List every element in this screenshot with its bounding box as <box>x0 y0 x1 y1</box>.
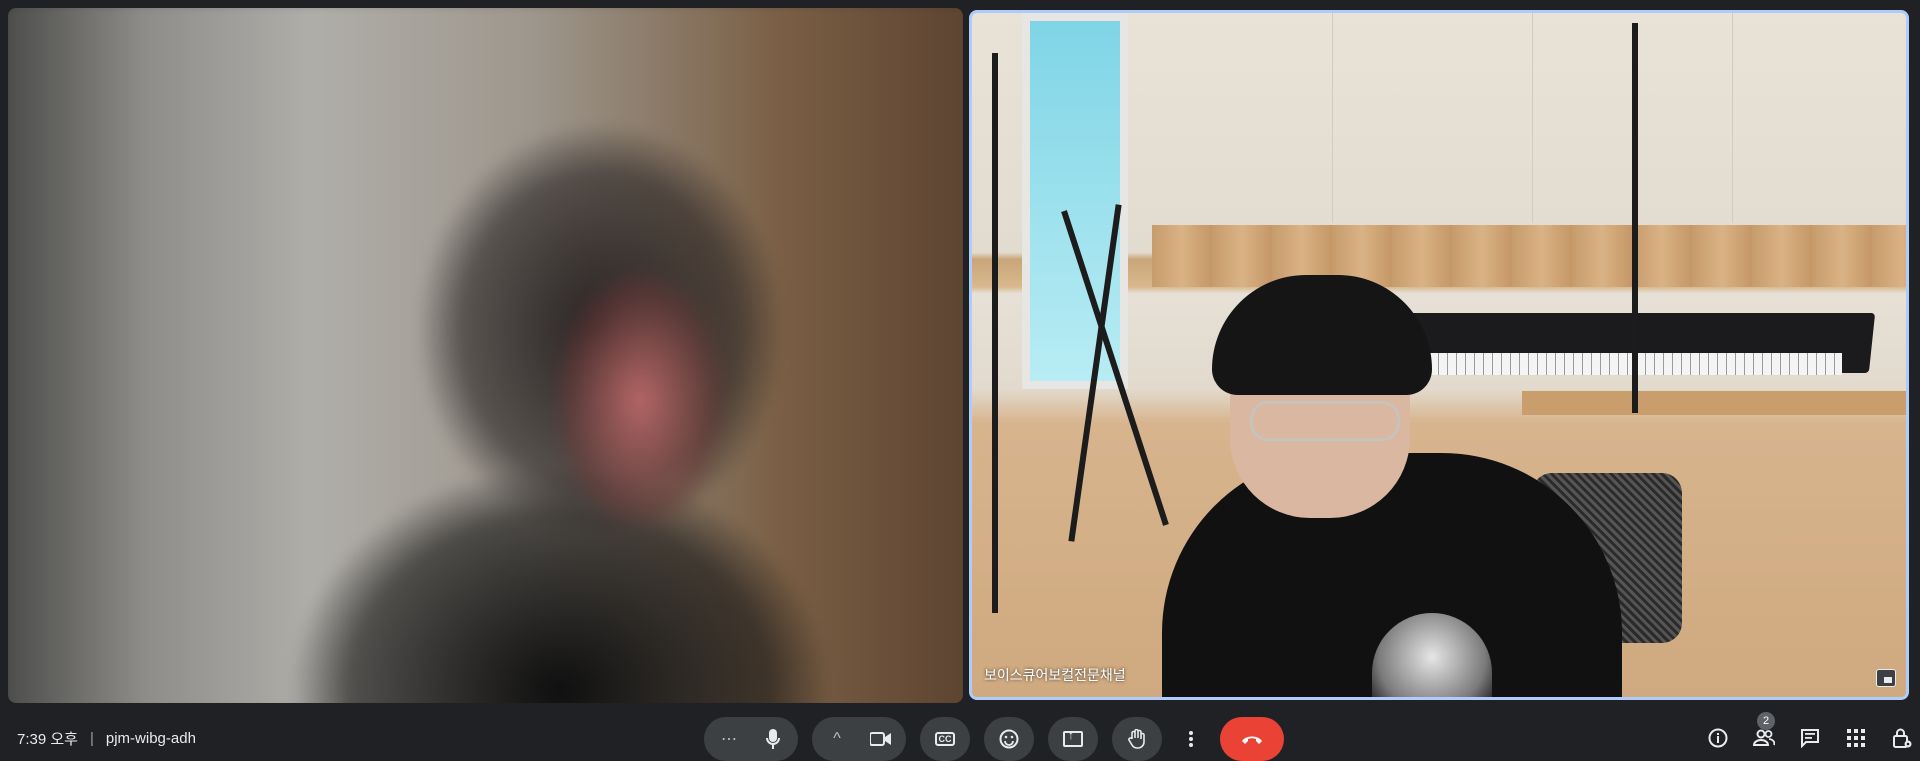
meeting-time: 7:39 오후 <box>17 731 78 748</box>
video-camera-icon[interactable] <box>864 731 898 747</box>
participant-tile-left[interactable] <box>8 8 963 703</box>
call-controls: ⋯ ^ CC <box>704 717 1284 761</box>
chevron-up-icon[interactable]: ^ <box>820 730 854 748</box>
wall-panel <box>1132 13 1333 223</box>
glasses <box>1250 401 1400 441</box>
captions-button[interactable]: CC <box>920 717 970 761</box>
mic-stand <box>1632 23 1638 413</box>
participant-tile-right[interactable]: 보이스큐어보컬전문채널 <box>969 10 1909 700</box>
more-vert-icon <box>1189 731 1193 747</box>
meeting-code[interactable]: pjm-wibg-adh <box>106 730 196 747</box>
chat-icon[interactable] <box>1798 726 1822 750</box>
piano-keys <box>1412 353 1842 375</box>
people-icon[interactable]: 2 <box>1752 712 1776 750</box>
picture-in-picture-icon[interactable] <box>1876 669 1896 687</box>
activities-icon[interactable] <box>1844 726 1868 750</box>
audio-options-icon[interactable]: ⋯ <box>712 729 746 749</box>
window <box>1022 13 1128 389</box>
wood-strip <box>1152 225 1906 287</box>
participant-video-blurred <box>8 8 963 703</box>
participant-name: 보이스큐어보컬전문채널 <box>984 667 1126 683</box>
emoji-button[interactable] <box>984 717 1034 761</box>
host-controls-icon[interactable] <box>1890 726 1914 750</box>
person-hair <box>1212 275 1432 395</box>
present-screen-icon <box>1063 728 1083 747</box>
closed-captions-icon: CC <box>935 732 955 746</box>
people-count-badge: 2 <box>1757 712 1775 730</box>
emoji-icon <box>999 729 1019 749</box>
side-panel-icons: 2 <box>1706 712 1914 750</box>
mic-icon[interactable] <box>756 729 790 749</box>
raise-hand-icon <box>1128 729 1145 749</box>
light-stand <box>992 53 998 613</box>
more-options-button[interactable] <box>1176 717 1206 761</box>
info-icon[interactable] <box>1706 726 1730 750</box>
camera-button-group: ^ <box>812 717 906 761</box>
raise-hand-button[interactable] <box>1112 717 1162 761</box>
separator: | <box>89 730 94 747</box>
mic-button-group: ⋯ <box>704 717 798 761</box>
desk <box>1522 391 1906 415</box>
present-button[interactable] <box>1048 717 1098 761</box>
grid-dots <box>1847 729 1865 747</box>
bottom-control-bar: 7:39 오후 | pjm-wibg-adh ⋯ ^ CC ↑ 2 <box>0 708 1920 761</box>
wall-panel <box>1332 13 1533 223</box>
end-call-button[interactable] <box>1220 717 1284 761</box>
end-call-icon <box>1242 736 1262 744</box>
meeting-info: 7:39 오후 | pjm-wibg-adh <box>17 728 196 749</box>
